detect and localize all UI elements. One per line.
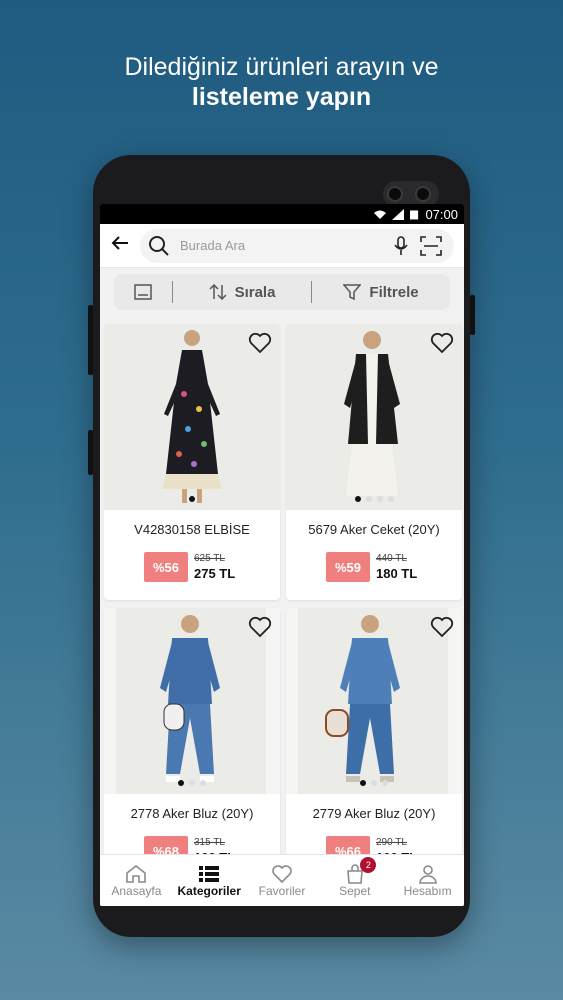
battery-icon	[410, 209, 419, 219]
image-pager-dots	[286, 780, 462, 786]
sort-label: Sırala	[234, 283, 276, 301]
product-image[interactable]	[286, 324, 462, 510]
product-card[interactable]: 5679 Aker Ceket (20Y) %59 440 TL 180 TL	[286, 324, 462, 600]
favorite-heart-icon[interactable]	[248, 332, 272, 359]
filter-button[interactable]: Filtrele	[312, 283, 450, 301]
old-price: 440 TL	[376, 553, 407, 564]
favorite-heart-icon[interactable]	[430, 616, 454, 643]
old-price: 625 TL	[194, 553, 225, 564]
app-screen: 07:00 Burada Ara Sırala Filtrele V428301…	[100, 204, 464, 906]
new-price: 180 TL	[376, 566, 418, 581]
heart-icon	[272, 864, 292, 883]
nav-account-label: Hesabım	[403, 883, 452, 898]
price-row: %59 440 TL 180 TL	[326, 552, 417, 582]
nav-cart[interactable]: 2 Sepet	[318, 855, 391, 906]
barcode-scan-icon[interactable]	[416, 235, 446, 256]
status-bar: 07:00	[100, 204, 464, 224]
status-time: 07:00	[425, 206, 458, 222]
nav-cart-label: Sepet	[339, 883, 371, 898]
new-price: 275 TL	[194, 566, 236, 581]
nav-home-label: Anasayfa	[111, 883, 162, 898]
nav-favorites[interactable]: Favoriler	[246, 855, 319, 906]
product-image[interactable]	[104, 324, 280, 510]
camera-lens	[415, 186, 431, 202]
phone-frame: 07:00 Burada Ara Sırala Filtrele V428301…	[88, 155, 475, 937]
product-name: 2779 Aker Bluz (20Y)	[312, 806, 436, 821]
product-name: V42830158 ELBİSE	[134, 522, 250, 537]
discount-badge: %56	[144, 552, 188, 582]
signal-icon	[392, 208, 405, 220]
nav-home[interactable]: Anasayfa	[100, 855, 173, 906]
filter-label: Filtrele	[369, 283, 419, 301]
image-pager-dots	[104, 496, 280, 502]
user-icon	[418, 864, 437, 884]
image-pager-dots	[286, 496, 462, 502]
product-card[interactable]: V42830158 ELBİSE %56 625 TL 275 TL	[104, 324, 280, 600]
favorite-heart-icon[interactable]	[248, 616, 272, 643]
promo-line-1: Dilediğiniz ürünleri arayın ve	[124, 53, 439, 81]
promo-headline: Dilediğiniz ürünleri arayın ve listeleme…	[0, 52, 563, 112]
search-input[interactable]: Burada Ara	[180, 238, 386, 253]
nav-categories[interactable]: Kategoriler	[173, 855, 246, 906]
image-pager-dots	[104, 780, 280, 786]
search-bar: Burada Ara	[100, 224, 464, 268]
list-icon	[199, 865, 220, 882]
microphone-icon[interactable]	[386, 235, 416, 256]
product-card[interactable]: 2778 Aker Bluz (20Y) %68 315 TL 100 TL	[104, 608, 280, 884]
search-box: Burada Ara	[140, 228, 454, 263]
power-button	[88, 430, 93, 475]
wifi-icon	[374, 210, 387, 219]
back-arrow-icon[interactable]	[110, 233, 140, 259]
sort-button[interactable]: Sırala	[173, 283, 311, 301]
promo-line-2: listeleme yapın	[191, 83, 372, 111]
list-toolbar: Sırala Filtrele	[100, 268, 464, 314]
search-icon	[149, 235, 169, 256]
filter-icon	[343, 284, 362, 301]
old-price: 315 TL	[194, 837, 225, 848]
volume-button	[88, 305, 93, 375]
favorite-heart-icon[interactable]	[430, 332, 454, 359]
grid-view-icon	[134, 284, 152, 300]
side-button	[470, 295, 475, 335]
nav-favorites-label: Favoriler	[258, 883, 306, 898]
nav-categories-label: Kategoriler	[177, 883, 241, 898]
price-row: %56 625 TL 275 TL	[144, 552, 235, 582]
home-icon	[126, 864, 147, 883]
nav-account[interactable]: Hesabım	[391, 855, 464, 906]
cart-count-badge: 2	[360, 857, 377, 873]
product-name: 2778 Aker Bluz (20Y)	[130, 806, 254, 821]
sort-icon	[209, 283, 227, 301]
bottom-navigation: Anasayfa Kategoriler Favoriler 2 Sepet H…	[100, 854, 464, 906]
product-image[interactable]	[104, 608, 280, 794]
discount-badge: %59	[326, 552, 370, 582]
product-image[interactable]	[286, 608, 462, 794]
product-card[interactable]: 2779 Aker Bluz (20Y) %66 290 TL 100 TL	[286, 608, 462, 884]
view-toggle-button[interactable]	[114, 284, 172, 300]
camera-lens	[387, 186, 403, 202]
product-name: 5679 Aker Ceket (20Y)	[308, 522, 440, 537]
old-price: 290 TL	[376, 837, 407, 848]
